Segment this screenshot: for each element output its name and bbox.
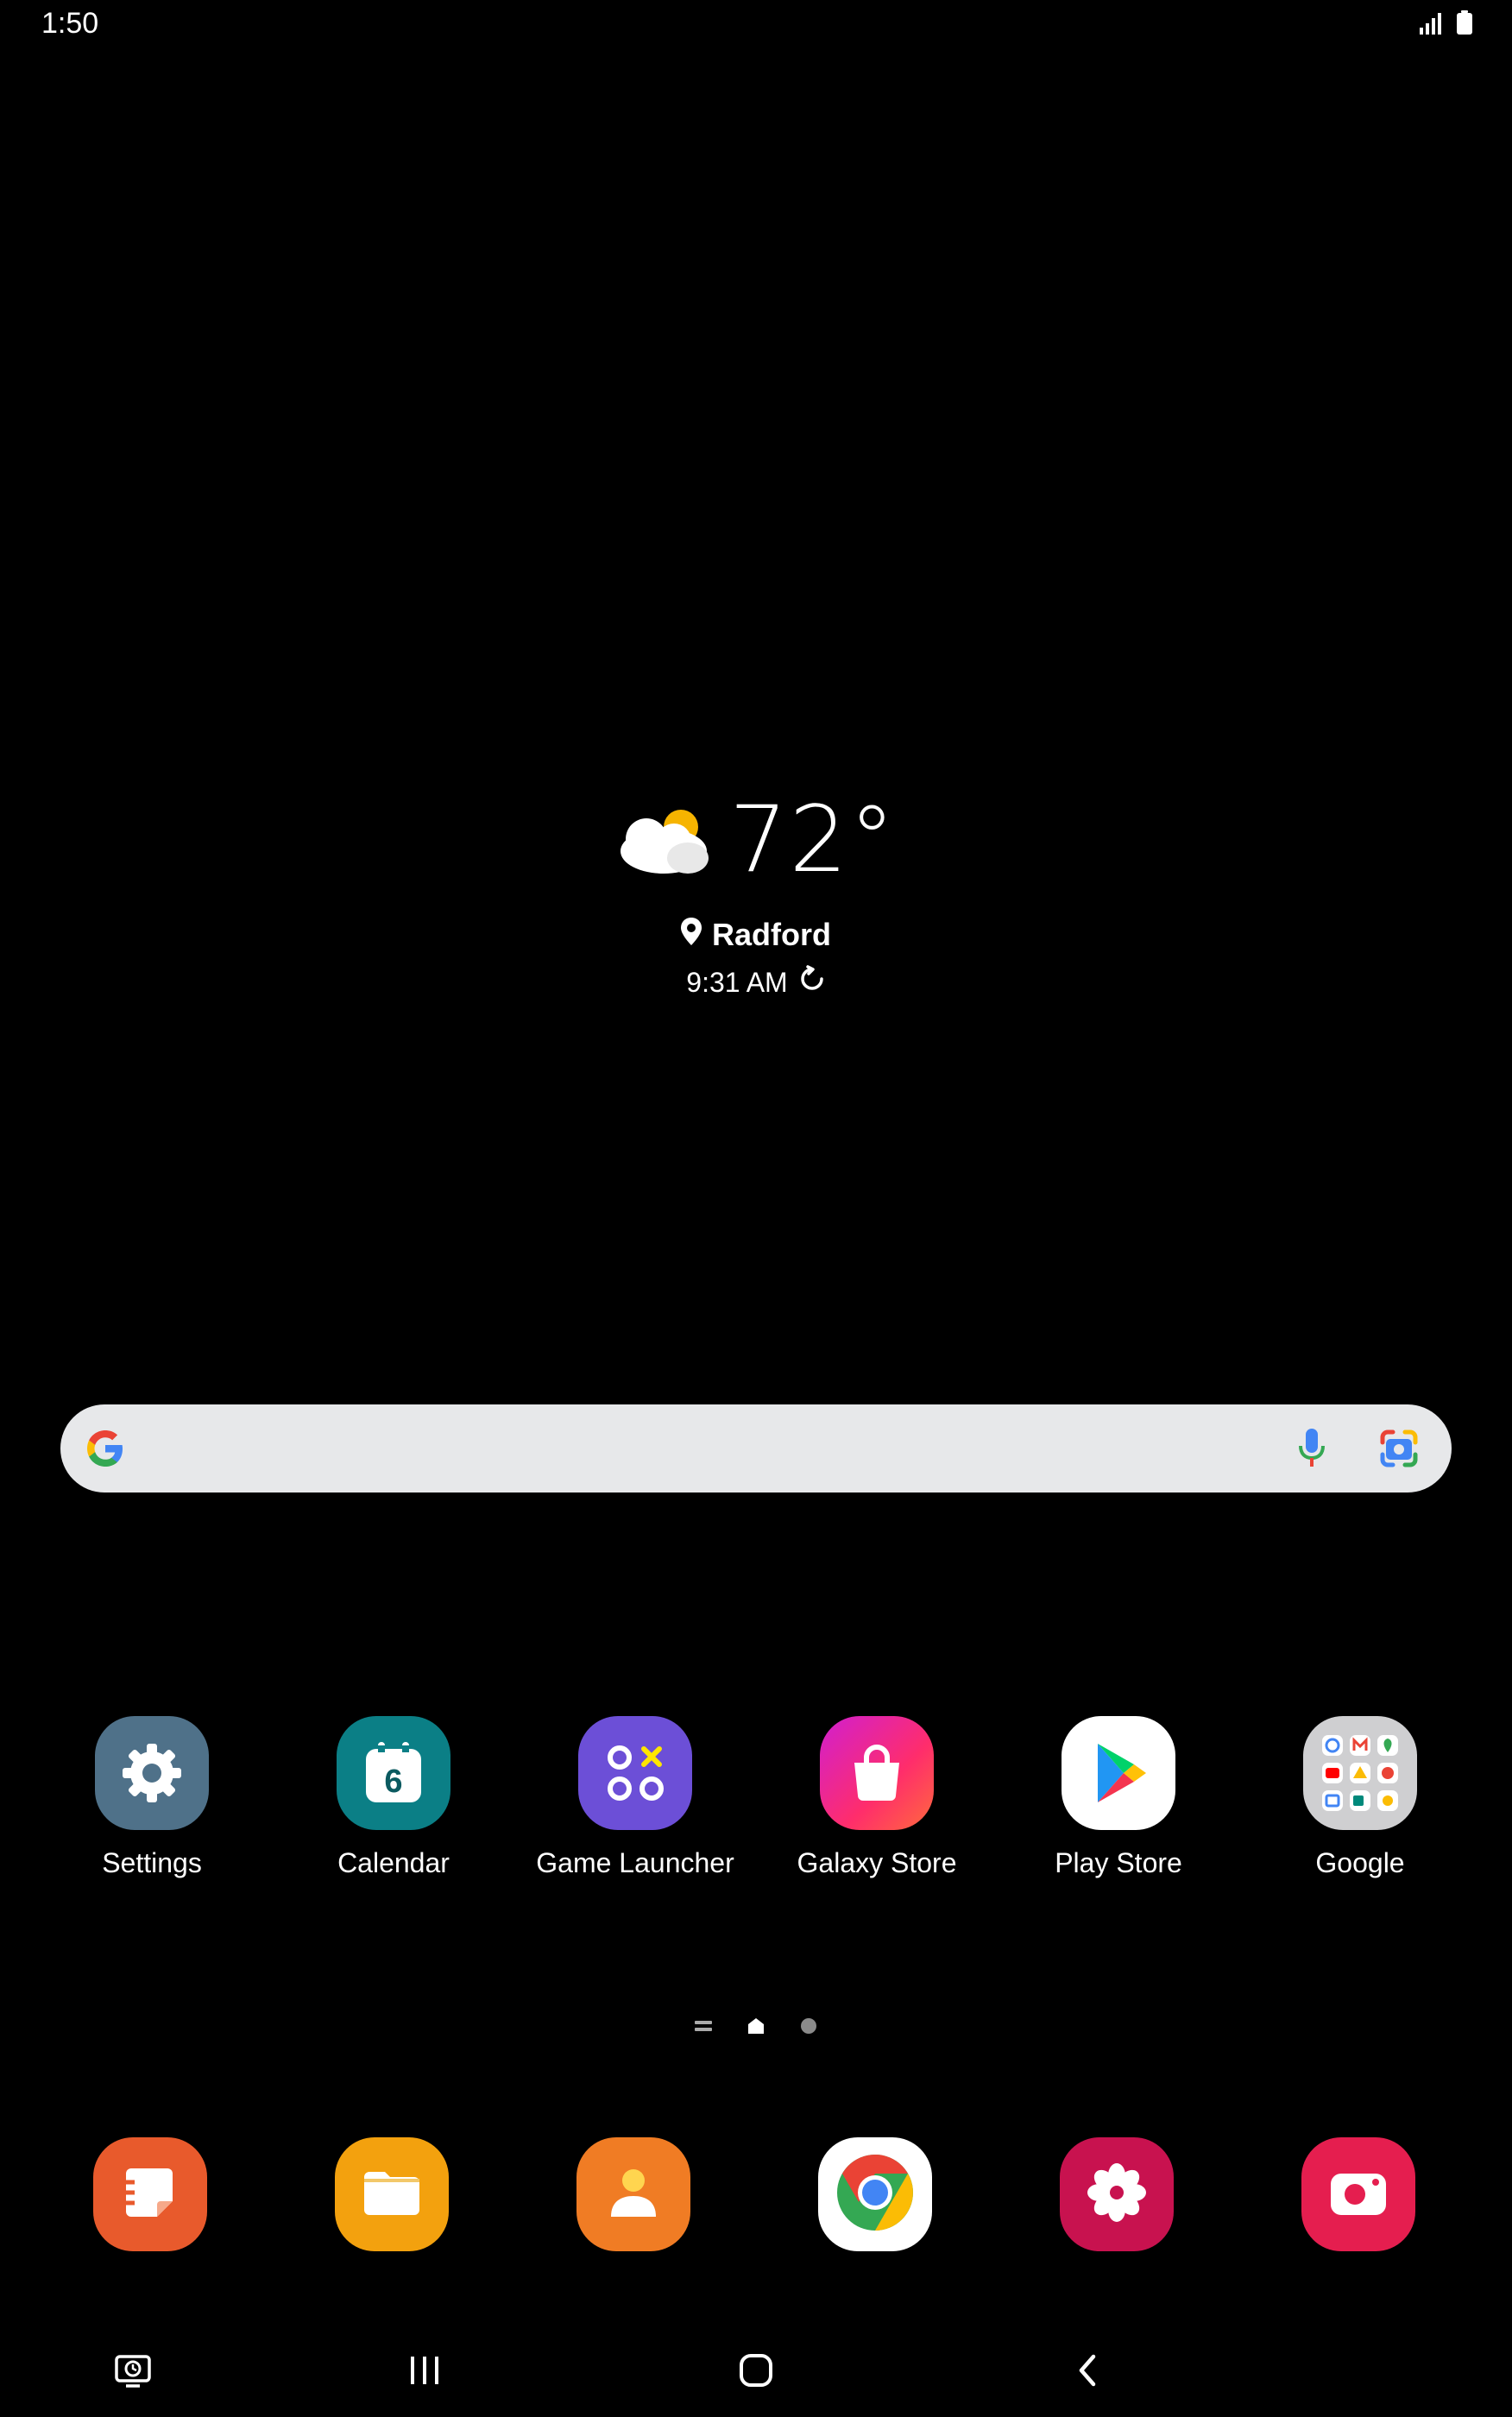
app-label: Galaxy Store (797, 1847, 957, 1878)
app-calendar[interactable]: 6 Calendar (281, 1716, 506, 1879)
refresh-icon[interactable] (798, 965, 826, 1000)
game-launcher-icon (578, 1716, 692, 1830)
updated-time: 9:31 AM (686, 966, 788, 998)
back-icon (1074, 2353, 1100, 2392)
camera-app[interactable] (1301, 2137, 1415, 2251)
app-galaxy-store[interactable]: Galaxy Store (765, 1716, 989, 1879)
chrome-icon (832, 2149, 918, 2240)
weather-updated: 9:31 AM (686, 965, 825, 1000)
app-label: Settings (102, 1847, 202, 1878)
gallery-app[interactable] (1060, 2137, 1174, 2251)
camera-icon (1322, 2156, 1395, 2233)
app-label: Game Launcher (536, 1847, 734, 1878)
gear-icon (95, 1716, 209, 1830)
app-label: Google (1315, 1847, 1405, 1878)
home-screen: 1:50 72° Radford 9:31 AM Settings 6 Cale… (0, 0, 1512, 2417)
location-name: Radford (712, 917, 831, 952)
home-button[interactable] (721, 2348, 791, 2396)
back-button[interactable] (1053, 2348, 1122, 2396)
google-g-icon (85, 1428, 126, 1474)
app-play-store[interactable]: Play Store (1006, 1716, 1231, 1879)
partly-cloudy-icon (615, 801, 712, 880)
app-game-launcher[interactable]: Game Launcher (523, 1716, 747, 1879)
recent-apps-icon (407, 2355, 442, 2390)
google-lens-icon[interactable] (1377, 1427, 1421, 1474)
play-store-icon (1062, 1716, 1175, 1830)
list-page-icon[interactable] (695, 2019, 712, 2037)
page-indicator (0, 2016, 1512, 2040)
google-folder-icon (1303, 1716, 1417, 1830)
signal-icon (1419, 12, 1441, 39)
microphone-icon[interactable] (1293, 1427, 1331, 1474)
temperature: 72° (729, 786, 897, 893)
status-icons (1419, 10, 1472, 39)
screen-recorder-button[interactable] (98, 2348, 167, 2396)
screen-recorder-icon (114, 2351, 152, 2394)
shopping-bag-icon (820, 1716, 934, 1830)
recent-apps-button[interactable] (390, 2348, 459, 2396)
contacts-icon (597, 2156, 670, 2233)
home-icon (739, 2353, 773, 2392)
flower-icon (1080, 2156, 1153, 2233)
chrome-app[interactable] (818, 2137, 932, 2251)
app-label: Calendar (337, 1847, 450, 1878)
location-pin-icon (681, 917, 702, 953)
app-settings[interactable]: Settings (40, 1716, 264, 1879)
google-search-bar[interactable] (60, 1404, 1452, 1492)
weather-location: Radford (681, 917, 831, 953)
app-label: Play Store (1055, 1847, 1182, 1878)
status-time: 1:50 (41, 7, 99, 40)
folder-icon (356, 2156, 428, 2233)
calendar-icon: 6 (337, 1716, 450, 1830)
battery-icon (1457, 10, 1472, 39)
weather-widget[interactable]: 72° Radford 9:31 AM (0, 794, 1512, 1000)
calendar-day: 6 (384, 1764, 402, 1800)
app-google-folder[interactable]: Google (1248, 1716, 1472, 1879)
page-dot-icon[interactable] (800, 2017, 817, 2039)
notes-icon (114, 2156, 186, 2233)
contacts-app[interactable] (576, 2137, 690, 2251)
notes-app[interactable] (93, 2137, 207, 2251)
home-page-icon[interactable] (747, 2016, 765, 2040)
my-files-app[interactable] (335, 2137, 449, 2251)
